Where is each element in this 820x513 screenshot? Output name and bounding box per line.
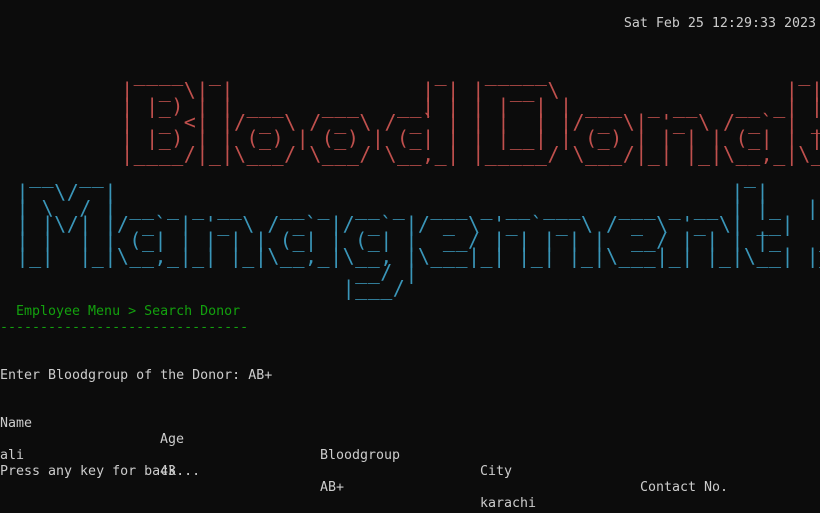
bloodgroup-input-value[interactable]: AB+ [248, 368, 272, 383]
datetime-display: Sat Feb 25 12:29:33 2023 [623, 16, 816, 31]
column-header-city: City [480, 464, 513, 479]
table-header-row: Name Age Bloodgroup City Contact No. [0, 400, 800, 495]
donor-bloodgroup-cell: AB+ [320, 480, 345, 495]
breadcrumb: Employee Menu > Search Donor [16, 304, 241, 319]
column-header-contact: Contact No. [640, 480, 729, 495]
bloodgroup-prompt-label: Enter Bloodgroup of the Donor: [0, 368, 241, 383]
table-row: ali 43 AB+ karachi 78965412321 [0, 432, 800, 513]
donor-city-cell: karachi [480, 496, 537, 511]
donor-name-cell: ali [0, 448, 25, 463]
column-header-bloodgroup: Bloodgroup [320, 448, 401, 463]
column-header-name: Name [0, 416, 33, 431]
bloodgroup-prompt: Enter Bloodgroup of the Donor: AB+ [0, 368, 272, 384]
press-any-key-message: Press any key for back... [0, 464, 201, 479]
banner-subtitle-ascii-art: __ __ _ _____ _ | \/ | | | / ____| | | |… [16, 164, 820, 300]
banner-title-ascii-art: ____ _ _ _____ _ _ | _ \| | | | | __ \ |… [121, 62, 820, 166]
breadcrumb-divider: ------------------------------- [0, 320, 249, 335]
console-window: Sat Feb 25 12:29:33 2023 ____ _ _ _____ … [0, 0, 820, 513]
